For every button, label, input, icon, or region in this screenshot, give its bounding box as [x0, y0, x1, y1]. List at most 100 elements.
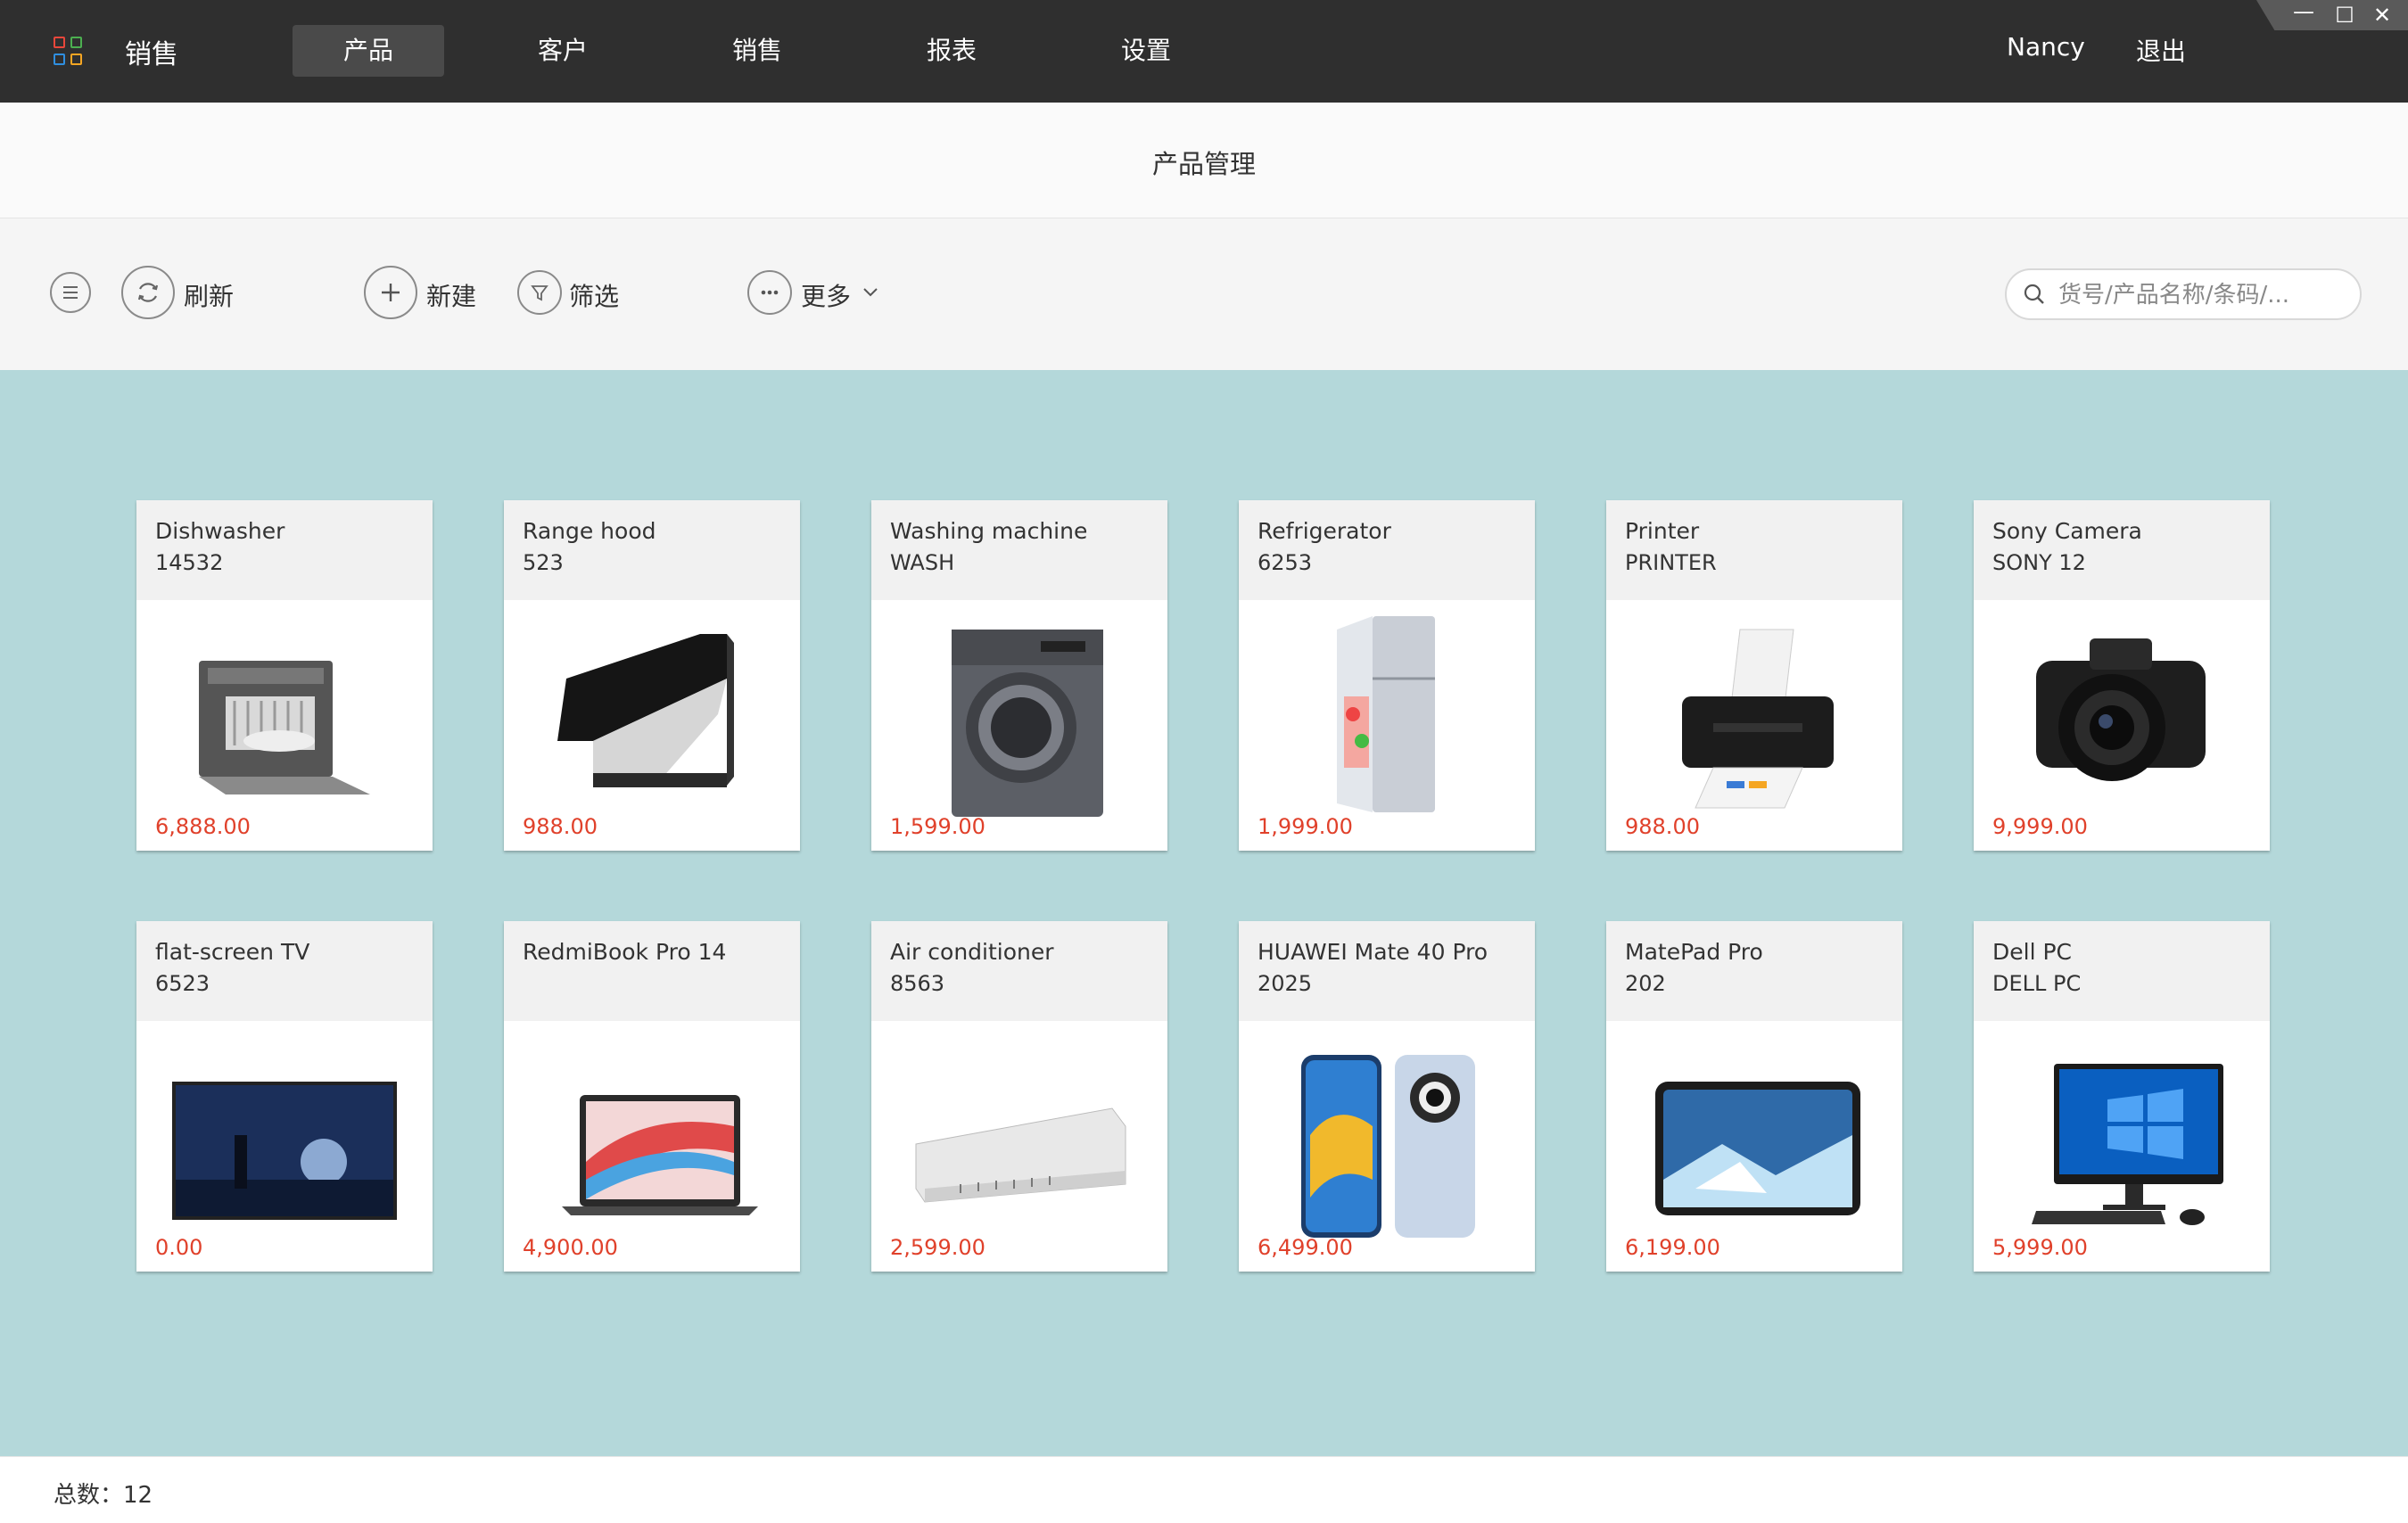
- top-bar: 销售 产品 客户 销售 报表 设置 Nancy 退出 — ☐ ✕: [0, 0, 2408, 103]
- product-code: 6253: [1258, 550, 1313, 575]
- product-price: 9,999.00: [1992, 814, 2088, 839]
- product-code: 202: [1625, 971, 1666, 996]
- card-header: flat-screen TV 6523: [136, 921, 433, 1021]
- logout-button[interactable]: 退出: [2136, 32, 2186, 68]
- new-label[interactable]: 新建: [426, 277, 476, 313]
- search-icon: [2024, 284, 2044, 304]
- product-card[interactable]: MatePad Pro 202 6,199.00: [1606, 921, 1902, 1272]
- product-card[interactable]: HUAWEI Mate 40 Pro 2025 6,499.00: [1239, 921, 1535, 1272]
- card-header: Printer PRINTER: [1606, 500, 1902, 600]
- product-card[interactable]: Refrigerator 6253 1,999.00: [1239, 500, 1535, 851]
- product-card[interactable]: Printer PRINTER 988.00: [1606, 500, 1902, 851]
- product-name: Refrigerator: [1258, 518, 1391, 544]
- product-name: Sony Camera: [1992, 518, 2142, 544]
- product-code: 8563: [890, 971, 945, 996]
- product-name: flat-screen TV: [155, 939, 310, 965]
- product-name: HUAWEI Mate 40 Pro: [1258, 939, 1489, 965]
- product-price: 6,888.00: [155, 814, 251, 839]
- filter-button[interactable]: [517, 270, 562, 315]
- product-name: Range hood: [523, 518, 656, 544]
- chevron-down-icon[interactable]: [862, 286, 879, 299]
- product-price: 1,599.00: [890, 814, 985, 839]
- status-bar: 总数：12: [0, 1456, 2408, 1523]
- search-input[interactable]: [2057, 279, 2346, 311]
- product-name: Washing machine: [890, 518, 1088, 544]
- laptop-image: [562, 1095, 758, 1215]
- camera-image: [2036, 638, 2206, 781]
- product-name: Dell PC: [1992, 939, 2073, 965]
- ellipsis-icon: [761, 290, 779, 295]
- desktop-pc-image: [2032, 1064, 2223, 1225]
- filter-icon: [531, 285, 548, 301]
- product-grid: Dishwasher 14532 6,888.00 Range hood 523…: [0, 370, 2408, 1456]
- close-button[interactable]: ✕: [2369, 2, 2396, 29]
- card-header: HUAWEI Mate 40 Pro 2025: [1239, 921, 1535, 1021]
- page-header: 产品管理: [0, 103, 2408, 218]
- air-conditioner-image: [915, 1107, 1126, 1203]
- product-card[interactable]: Dell PC DELL PC 5,999.00: [1974, 921, 2270, 1272]
- filter-label[interactable]: 筛选: [569, 277, 619, 313]
- maximize-button[interactable]: ☐: [2331, 2, 2358, 29]
- more-label[interactable]: 更多: [801, 277, 851, 313]
- nav-item-reports[interactable]: 报表: [876, 25, 1027, 77]
- product-name: RedmiBook Pro 14: [523, 939, 727, 965]
- product-price: 5,999.00: [1992, 1235, 2088, 1260]
- phone-image: [1301, 1055, 1475, 1238]
- product-name: Dishwasher: [155, 518, 285, 544]
- product-code: PRINTER: [1625, 550, 1717, 575]
- minimize-button[interactable]: —: [2290, 0, 2317, 25]
- product-card[interactable]: Dishwasher 14532 6,888.00: [136, 500, 433, 851]
- washing-machine-image: [952, 630, 1103, 817]
- tablet-image: [1655, 1082, 1860, 1215]
- card-header: Washing machine WASH: [871, 500, 1167, 600]
- new-button[interactable]: [364, 266, 417, 319]
- refresh-button[interactable]: [121, 266, 175, 319]
- menu-icon: [63, 286, 78, 299]
- product-code: 14532: [155, 550, 224, 575]
- card-header: Range hood 523: [504, 500, 800, 600]
- product-card[interactable]: Range hood 523 988.00: [504, 500, 800, 851]
- product-price: 1,999.00: [1258, 814, 1353, 839]
- refrigerator-image: [1337, 616, 1435, 812]
- card-header: Dishwasher 14532: [136, 500, 433, 600]
- nav-item-products[interactable]: 产品: [293, 25, 444, 77]
- product-name: MatePad Pro: [1625, 939, 1763, 965]
- card-header: Air conditioner 8563: [871, 921, 1167, 1021]
- plus-icon: [382, 284, 400, 301]
- nav-item-sales[interactable]: 销售: [681, 25, 833, 77]
- product-card[interactable]: Washing machine WASH 1,599.00: [871, 500, 1167, 851]
- total-count: 总数：12: [54, 1482, 153, 1509]
- product-code: WASH: [890, 550, 955, 575]
- printer-image: [1682, 629, 1834, 809]
- product-code: SONY 12: [1992, 550, 2086, 575]
- menu-button[interactable]: [50, 272, 91, 313]
- product-price: 6,199.00: [1625, 1235, 1720, 1260]
- product-price: 4,900.00: [523, 1235, 618, 1260]
- dishwasher-image: [199, 661, 370, 794]
- page-title: 产品管理: [1151, 149, 1256, 179]
- product-price: 988.00: [523, 814, 598, 839]
- more-button[interactable]: [747, 270, 792, 315]
- nav-item-settings[interactable]: 设置: [1070, 25, 1222, 77]
- product-price: 6,499.00: [1258, 1235, 1353, 1260]
- product-card[interactable]: RedmiBook Pro 14 4,900.00: [504, 921, 800, 1272]
- product-code: 523: [523, 550, 564, 575]
- product-card[interactable]: flat-screen TV 6523 0.00: [136, 921, 433, 1272]
- product-code: 2025: [1258, 971, 1313, 996]
- refresh-label[interactable]: 刷新: [184, 277, 234, 313]
- product-name: Air conditioner: [890, 939, 1054, 965]
- tv-image: [172, 1082, 397, 1220]
- app-title: 销售: [125, 39, 178, 70]
- product-price: 988.00: [1625, 814, 1700, 839]
- search-box[interactable]: [2005, 268, 2362, 320]
- toolbar: 刷新 新建 筛选 更多: [0, 218, 2408, 370]
- product-card[interactable]: Air conditioner 8563 2,599.00: [871, 921, 1167, 1272]
- nav-item-customers[interactable]: 客户: [487, 25, 639, 77]
- user-name[interactable]: Nancy: [2007, 32, 2085, 62]
- range-hood-image: [557, 634, 734, 787]
- card-header: RedmiBook Pro 14: [504, 921, 800, 1021]
- product-card[interactable]: Sony Camera SONY 12 9,999.00: [1974, 500, 2270, 851]
- product-price: 2,599.00: [890, 1235, 985, 1260]
- refresh-icon: [137, 283, 159, 302]
- app-grid-icon[interactable]: [54, 37, 84, 67]
